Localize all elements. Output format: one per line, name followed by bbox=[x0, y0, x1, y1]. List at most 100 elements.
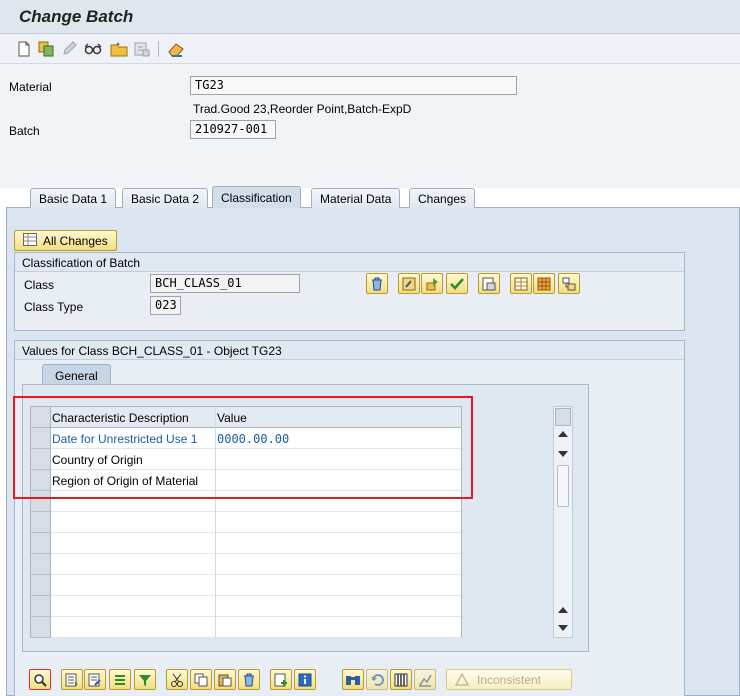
scroll-up-icon[interactable] bbox=[558, 431, 568, 437]
table-row[interactable] bbox=[31, 575, 461, 596]
row-selector[interactable] bbox=[31, 470, 51, 491]
row-selector[interactable] bbox=[31, 428, 51, 449]
hierarchy-icon[interactable] bbox=[558, 273, 580, 294]
copy-row-icon[interactable] bbox=[190, 669, 212, 690]
characteristic-value[interactable] bbox=[216, 470, 461, 491]
folder-icon[interactable] bbox=[110, 40, 128, 58]
table-row[interactable] bbox=[31, 533, 461, 554]
characteristic-value[interactable] bbox=[216, 596, 461, 617]
table-row[interactable]: Region of Origin of Material bbox=[31, 470, 461, 491]
move-up-icon[interactable] bbox=[109, 669, 131, 690]
row-selector[interactable] bbox=[31, 491, 51, 512]
tab-classification[interactable]: Classification bbox=[212, 186, 301, 208]
paste-icon[interactable] bbox=[214, 669, 236, 690]
layout-icon[interactable] bbox=[510, 273, 532, 294]
table-icon bbox=[23, 232, 37, 249]
row-selector[interactable] bbox=[31, 554, 51, 575]
check-icon[interactable] bbox=[446, 273, 468, 294]
page-title: Change Batch bbox=[19, 7, 134, 26]
characteristic-value[interactable] bbox=[216, 575, 461, 596]
inconsistent-label: Inconsistent bbox=[476, 672, 542, 687]
characteristic-value[interactable]: 0000.00.00 bbox=[216, 428, 461, 449]
print-icon[interactable] bbox=[478, 273, 500, 294]
characteristic-description bbox=[51, 512, 216, 533]
inconsistent-icon bbox=[454, 672, 470, 689]
row-selector[interactable] bbox=[31, 596, 51, 617]
characteristic-description bbox=[51, 533, 216, 554]
grid-icon[interactable] bbox=[533, 273, 555, 294]
characteristic-value[interactable] bbox=[216, 554, 461, 575]
edit-value-icon[interactable] bbox=[398, 273, 420, 294]
class-type-field[interactable]: 023 bbox=[150, 296, 181, 315]
delete-icon[interactable] bbox=[366, 273, 388, 294]
column-settings-icon[interactable] bbox=[555, 408, 571, 426]
title-bar: Change Batch bbox=[0, 0, 740, 34]
batch-field[interactable]: 210927-001 bbox=[190, 120, 276, 139]
material-field[interactable]: TG23 bbox=[190, 76, 517, 95]
scroll-down-icon[interactable] bbox=[558, 451, 568, 457]
delete-row-icon[interactable] bbox=[238, 669, 260, 690]
inconsistent-button[interactable]: Inconsistent bbox=[446, 669, 572, 690]
classification-group-title: Classification of Batch bbox=[15, 253, 684, 272]
all-changes-button[interactable]: All Changes bbox=[14, 230, 117, 251]
table-row[interactable]: Date for Unrestricted Use 1 0000.00.00 bbox=[31, 428, 461, 449]
tab-basic-data-1[interactable]: Basic Data 1 bbox=[30, 188, 117, 208]
filter-icon[interactable] bbox=[134, 669, 156, 690]
tab-basic-data-2[interactable]: Basic Data 2 bbox=[122, 188, 209, 208]
insert-row-icon[interactable] bbox=[61, 669, 83, 690]
info-icon[interactable] bbox=[294, 669, 316, 690]
pencil-icon[interactable] bbox=[60, 40, 78, 58]
characteristic-value[interactable] bbox=[216, 449, 461, 470]
glasses-icon[interactable] bbox=[84, 40, 102, 58]
cut-icon[interactable] bbox=[166, 669, 188, 690]
characteristic-value[interactable] bbox=[216, 617, 461, 638]
tab-changes[interactable]: Changes bbox=[409, 188, 476, 208]
characteristic-value[interactable] bbox=[216, 512, 461, 533]
settings-icon[interactable] bbox=[133, 40, 151, 58]
characteristics-table: Characteristic Description Value Date fo… bbox=[30, 406, 462, 638]
material-label: Material bbox=[9, 80, 52, 94]
table-scrollbar[interactable] bbox=[553, 406, 573, 638]
undo-icon[interactable] bbox=[366, 669, 388, 690]
table-row[interactable] bbox=[31, 617, 461, 638]
characteristic-value[interactable] bbox=[216, 533, 461, 554]
tab-general[interactable]: General bbox=[42, 364, 111, 385]
toolbar-separator bbox=[158, 41, 159, 57]
table-row[interactable]: Country of Origin bbox=[31, 449, 461, 470]
application-toolbar bbox=[0, 34, 740, 64]
row-selector[interactable] bbox=[31, 575, 51, 596]
edit-row-icon[interactable] bbox=[84, 669, 106, 690]
characteristic-description bbox=[51, 575, 216, 596]
row-selector[interactable] bbox=[31, 617, 51, 638]
magnifier-icon[interactable] bbox=[29, 669, 51, 690]
table-row[interactable] bbox=[31, 554, 461, 575]
tab-material-data[interactable]: Material Data bbox=[311, 188, 401, 208]
table-row[interactable] bbox=[31, 512, 461, 533]
page-up-icon[interactable] bbox=[558, 607, 568, 613]
copy-icon[interactable] bbox=[37, 40, 55, 58]
new-document-icon[interactable] bbox=[15, 40, 33, 58]
characteristic-description bbox=[51, 596, 216, 617]
scroll-thumb[interactable] bbox=[557, 465, 569, 507]
class-field[interactable]: BCH_CLASS_01 bbox=[150, 274, 300, 293]
all-changes-label: All Changes bbox=[43, 233, 108, 248]
column-header-description[interactable]: Characteristic Description bbox=[51, 407, 216, 428]
class-label: Class bbox=[24, 278, 55, 292]
binoculars-icon[interactable] bbox=[342, 669, 364, 690]
page-down-icon[interactable] bbox=[558, 625, 568, 631]
columns-icon[interactable] bbox=[390, 669, 412, 690]
row-selector[interactable] bbox=[31, 533, 51, 554]
row-selector[interactable] bbox=[31, 449, 51, 470]
chart-icon[interactable] bbox=[414, 669, 436, 690]
table-row[interactable] bbox=[31, 491, 461, 512]
add-entry-icon[interactable] bbox=[270, 669, 292, 690]
select-all-cell[interactable] bbox=[31, 407, 51, 428]
table-row[interactable] bbox=[31, 596, 461, 617]
eraser-icon[interactable] bbox=[167, 40, 185, 58]
characteristic-value[interactable] bbox=[216, 491, 461, 512]
row-selector[interactable] bbox=[31, 512, 51, 533]
table-header: Characteristic Description Value bbox=[31, 407, 461, 428]
assign-icon[interactable] bbox=[421, 273, 443, 294]
column-header-value[interactable]: Value bbox=[216, 407, 461, 428]
material-description: Trad.Good 23,Reorder Point,Batch-ExpD bbox=[193, 102, 412, 116]
